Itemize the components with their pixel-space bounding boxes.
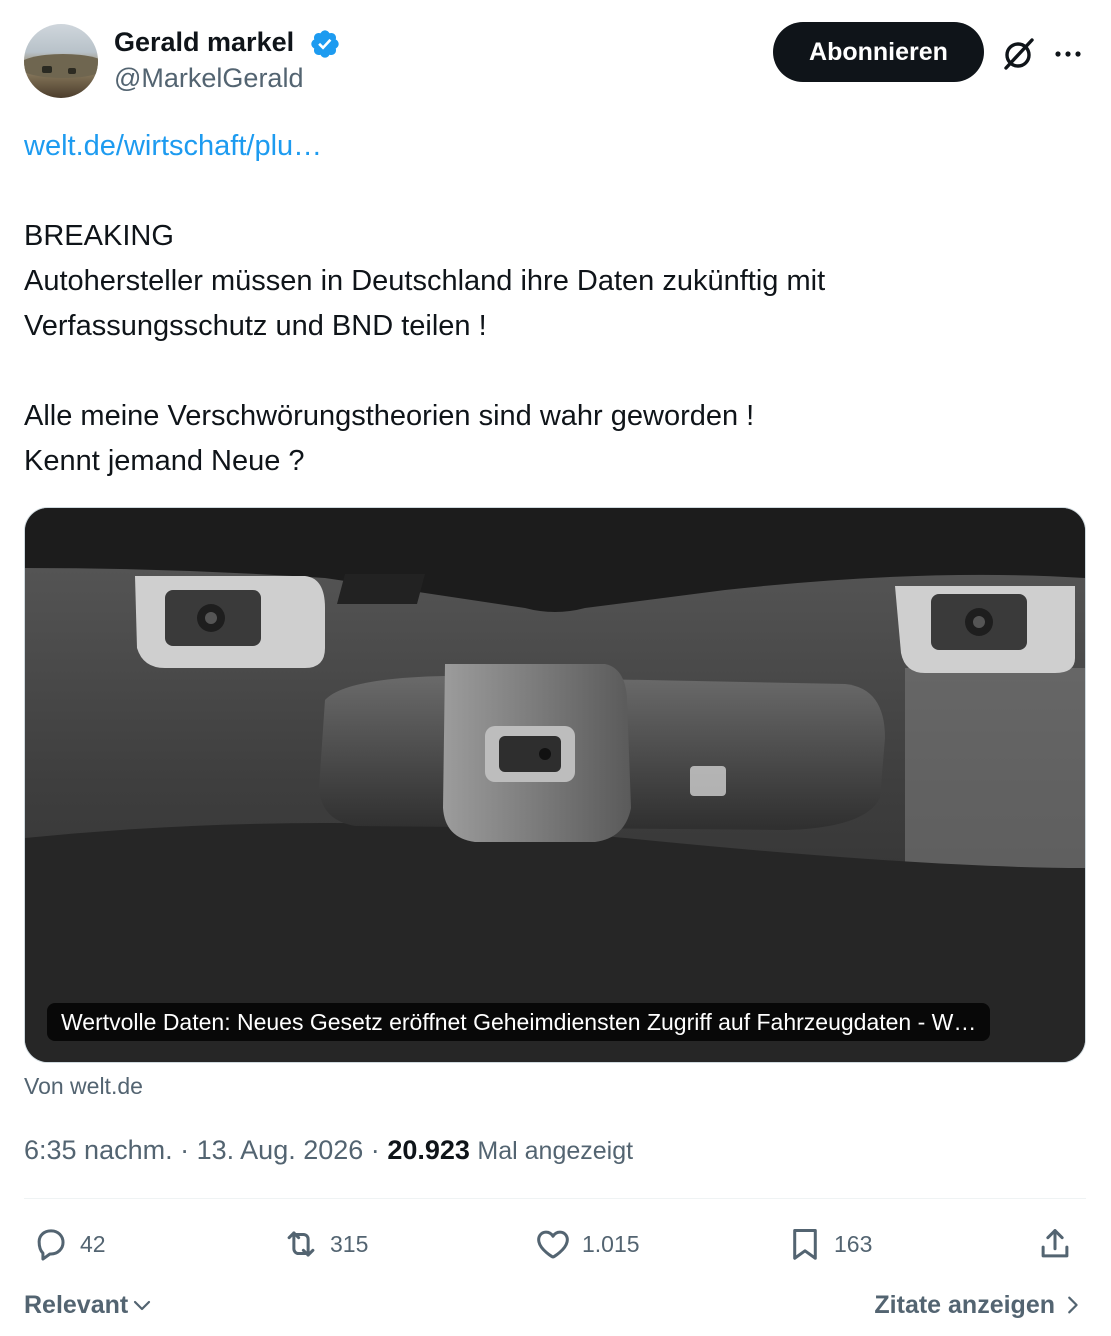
tweet-line: Alle meine Verschwörungstheorien sind wa… — [24, 400, 755, 432]
chevron-right-icon — [1068, 1296, 1078, 1314]
author-handle[interactable]: @MarkelGerald — [114, 62, 303, 94]
chevron-down-icon — [134, 1300, 151, 1311]
bookmark-button[interactable]: 163 — [786, 1222, 872, 1266]
repost-icon — [287, 1231, 315, 1257]
avatar-hill — [24, 54, 98, 78]
share-icon — [1041, 1229, 1069, 1258]
like-button[interactable]: 1.015 — [534, 1222, 640, 1266]
tweet-date[interactable]: 13. Aug. 2026 — [197, 1135, 364, 1165]
display-name[interactable]: Gerald markel — [114, 26, 294, 58]
card-caption: Wertvolle Daten: Neues Gesetz eröffnet G… — [47, 1003, 991, 1041]
share-button[interactable] — [1036, 1222, 1074, 1266]
tweet-line — [24, 349, 1084, 394]
more-icon[interactable] — [1050, 36, 1086, 72]
meta-separator: · — [180, 1135, 190, 1165]
reply-icon — [37, 1229, 65, 1261]
quotes-label: Zitate anzeigen — [874, 1291, 1055, 1319]
bookmark-count: 163 — [834, 1230, 873, 1257]
verified-badge-icon — [311, 30, 339, 58]
views-label: Mal angezeigt — [477, 1137, 634, 1165]
reply-count: 42 — [80, 1230, 106, 1257]
tweet-time[interactable]: 6:35 nachm. — [24, 1135, 173, 1165]
sort-dropdown[interactable]: Relevant — [24, 1288, 154, 1322]
like-count: 1.015 — [582, 1230, 640, 1257]
show-quotes-link[interactable]: Zitate anzeigen — [874, 1288, 1083, 1322]
views-count: 20.923 — [387, 1135, 470, 1165]
tweet-link[interactable]: welt.de/wirtschaft/plu… — [24, 126, 322, 166]
reply-button[interactable]: 42 — [32, 1222, 106, 1266]
tweet-line: Verfassungsschutz und BND teilen ! — [24, 310, 487, 342]
bookmark-icon — [793, 1229, 817, 1260]
grok-icon[interactable] — [998, 34, 1038, 74]
divider — [24, 1198, 1086, 1199]
avatar-animal — [42, 66, 52, 73]
follow-button[interactable]: Abonnieren — [773, 22, 984, 82]
heart-icon — [537, 1230, 569, 1259]
tweet-line: Autohersteller müssen in Deutschland ihr… — [24, 265, 826, 297]
meta-separator: · — [370, 1135, 380, 1165]
avatar[interactable] — [24, 24, 98, 98]
tweet-text: BREAKING Autohersteller müssen in Deutsc… — [24, 214, 1084, 484]
tweet-line: Kennt jemand Neue ? — [24, 445, 305, 477]
card-image — [25, 508, 1085, 1062]
repost-button[interactable]: 315 — [282, 1222, 368, 1266]
tweet-line: BREAKING — [24, 220, 174, 252]
repost-count: 315 — [330, 1230, 369, 1257]
tweet-meta: 6:35 nachm. · 13. Aug. 2026 · 20.923 Mal… — [24, 1132, 633, 1169]
link-card[interactable]: Wertvolle Daten: Neues Gesetz eröffnet G… — [24, 507, 1086, 1063]
avatar-animal — [68, 68, 76, 74]
card-source[interactable]: Von welt.de — [24, 1070, 143, 1102]
sort-label: Relevant — [24, 1291, 129, 1319]
